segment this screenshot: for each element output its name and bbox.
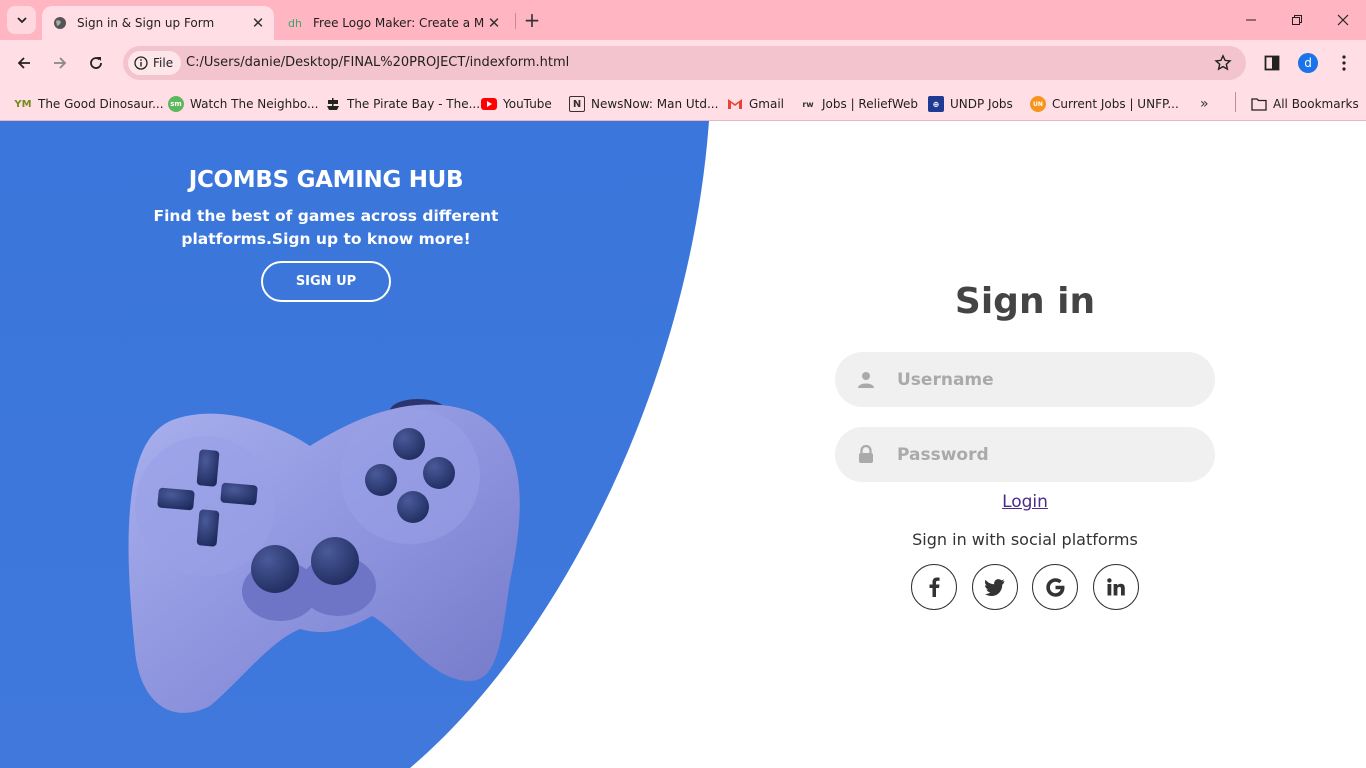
newsnow-icon: N (569, 96, 585, 112)
bookmark-item[interactable]: YouTube (481, 92, 552, 116)
linkedin-icon (1107, 578, 1125, 596)
chip-label: File (153, 56, 174, 70)
signup-button[interactable]: SIGN UP (261, 261, 391, 302)
folder-icon (1251, 96, 1267, 112)
tab-logo-maker[interactable]: dh Free Logo Maker: Create a Mod ✕ (278, 6, 510, 40)
menu-button[interactable] (1333, 52, 1355, 74)
signin-title: Sign in (954, 281, 1096, 322)
bookmark-label: Watch The Neighbo... (190, 97, 319, 111)
reload-icon (90, 57, 102, 69)
tab-title: Sign in & Sign up Form (77, 16, 215, 30)
bookmark-label: The Good Dinosaur... (38, 97, 164, 111)
restore-icon (1292, 15, 1302, 25)
bookmark-item[interactable]: YM The Good Dinosaur... (14, 92, 164, 116)
bookmark-label: UNDP Jobs (950, 97, 1013, 111)
bookmarks-bar: YM The Good Dinosaur... sm Watch The Nei… (0, 86, 1366, 121)
side-panel-button[interactable] (1261, 52, 1283, 74)
globe-icon (52, 15, 68, 31)
facebook-icon (929, 577, 940, 597)
sm-icon: sm (168, 96, 184, 112)
password-input[interactable] (897, 444, 1187, 465)
lock-icon (835, 445, 897, 464)
forward-button[interactable] (45, 48, 75, 78)
tab-strip: Sign in & Sign up Form ✕ dh Free Logo Ma… (0, 0, 1366, 40)
new-tab-button[interactable]: + (521, 8, 543, 32)
bookmarks-overflow-icon[interactable]: » (1200, 96, 1209, 112)
unfpa-icon: UN (1030, 96, 1046, 112)
undp-icon: ⊕ (928, 96, 944, 112)
twitter-button[interactable] (972, 564, 1018, 610)
bookmark-label: YouTube (503, 97, 552, 111)
close-tab-icon[interactable]: ✕ (248, 13, 268, 33)
username-field[interactable] (835, 352, 1215, 407)
site-info-chip[interactable]: File (128, 51, 182, 75)
linkedin-button[interactable] (1093, 564, 1139, 610)
user-icon (835, 371, 897, 389)
logo-maker-icon: dh (288, 15, 304, 31)
close-tab-icon[interactable]: ✕ (484, 13, 504, 33)
bookmark-label: NewsNow: Man Utd... (591, 97, 719, 111)
minimize-button[interactable] (1228, 0, 1274, 40)
twitter-icon (985, 578, 1005, 596)
bookmark-item[interactable]: ⊕ UNDP Jobs (928, 92, 1013, 116)
signin-page: JCOMBS GAMING HUB Find the best of games… (0, 121, 1366, 768)
arrow-right-icon (54, 57, 67, 69)
google-icon (1045, 577, 1064, 597)
login-link[interactable]: Login (835, 492, 1215, 512)
bookmark-label: All Bookmarks (1273, 97, 1359, 111)
bookmark-item[interactable]: UN Current Jobs | UNFP... (1030, 92, 1179, 116)
toolbar: File C:/Users/danie/Desktop/FINAL%20PROJ… (0, 40, 1366, 86)
browser-chrome: Sign in & Sign up Form ✕ dh Free Logo Ma… (0, 0, 1366, 121)
bookmark-item[interactable]: Gmail (727, 92, 784, 116)
close-window-button[interactable] (1320, 0, 1366, 40)
chevron-down-icon (16, 17, 27, 24)
bookmark-label: Gmail (749, 97, 785, 111)
gmail-icon (727, 96, 743, 112)
facebook-button[interactable] (911, 564, 957, 610)
gamepad-illustration (128, 399, 520, 713)
side-panel-icon (1264, 55, 1280, 71)
social-buttons (911, 564, 1141, 610)
bookmark-item[interactable]: The Pirate Bay - The... (325, 92, 480, 116)
url-text[interactable]: C:/Users/danie/Desktop/FINAL%20PROJECT/i… (186, 55, 569, 70)
bookmarks-separator (1235, 92, 1236, 112)
all-bookmarks-button[interactable]: All Bookmarks (1251, 92, 1359, 116)
social-signin-text: Sign in with social platforms (912, 530, 1138, 549)
info-icon (134, 56, 148, 70)
svg-text:dh: dh (288, 17, 302, 30)
tab-title: Free Logo Maker: Create a Mod (313, 16, 484, 30)
pirate-ship-icon (325, 96, 341, 112)
arrow-left-icon (17, 57, 30, 69)
password-field[interactable] (835, 427, 1215, 482)
tab-search-button[interactable] (7, 6, 36, 34)
bookmark-label: Jobs | ReliefWeb (822, 97, 919, 111)
bookmark-label: The Pirate Bay - The... (347, 97, 481, 111)
ym-icon: YM (14, 98, 32, 110)
hero-title: JCOMBS GAMING HUB (188, 167, 464, 193)
reliefweb-icon: rw (802, 99, 814, 109)
bookmark-item[interactable]: N NewsNow: Man Utd... (569, 92, 718, 116)
hero-text: Find the best of games across different … (153, 207, 499, 248)
bookmark-item[interactable]: sm Watch The Neighbo... (168, 92, 318, 116)
tab-signin-form[interactable]: Sign in & Sign up Form ✕ (42, 6, 274, 40)
profile-avatar[interactable]: d (1298, 53, 1318, 73)
tab-divider (515, 13, 516, 29)
minimize-icon (1246, 19, 1256, 21)
kebab-menu-icon (1342, 55, 1346, 71)
bookmark-item[interactable]: rw Jobs | ReliefWeb (800, 92, 918, 116)
close-icon (1337, 14, 1349, 26)
username-input[interactable] (897, 369, 1187, 390)
back-button[interactable] (9, 48, 39, 78)
bookmark-star-icon[interactable] (1214, 54, 1232, 72)
restore-button[interactable] (1274, 0, 1320, 40)
bookmark-label: Current Jobs | UNFP... (1052, 97, 1179, 111)
google-button[interactable] (1032, 564, 1078, 610)
youtube-icon (481, 96, 497, 112)
reload-button[interactable] (81, 48, 111, 78)
address-bar[interactable]: File C:/Users/danie/Desktop/FINAL%20PROJ… (123, 46, 1246, 80)
